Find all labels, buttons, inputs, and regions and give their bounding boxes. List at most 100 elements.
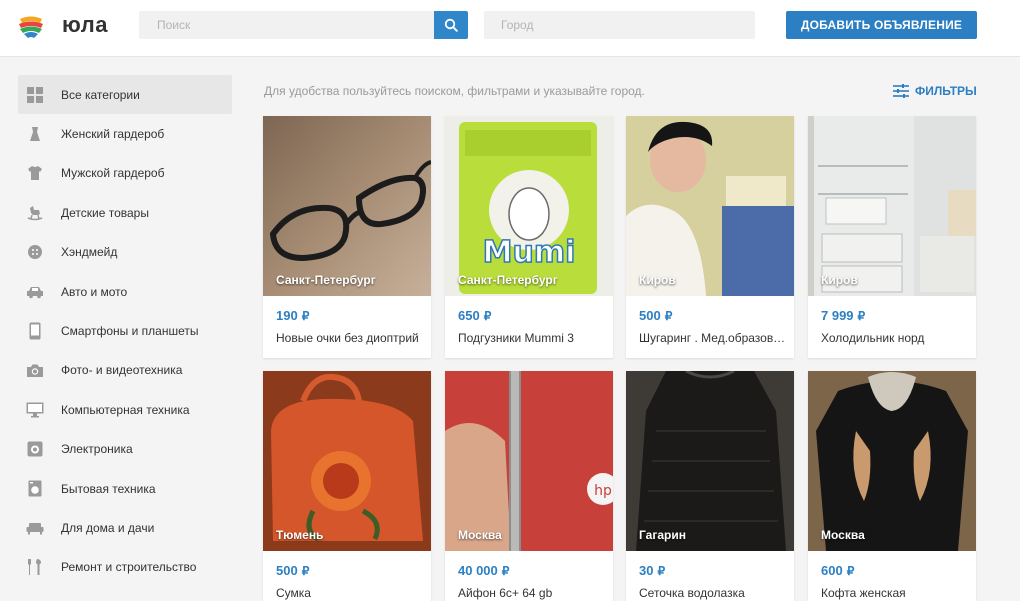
washing-machine-icon bbox=[26, 480, 44, 498]
listing-price: 600 ₽ bbox=[821, 563, 855, 578]
listing-title[interactable]: Кофта женская bbox=[821, 586, 969, 600]
listing-photo[interactable]: hp Москва bbox=[445, 371, 613, 551]
sidebar-item-label: Смартфоны и планшеты bbox=[61, 324, 199, 339]
listing-price: 190 ₽ bbox=[276, 308, 310, 323]
glasses-photo bbox=[263, 116, 431, 296]
ruble-icon: ₽ bbox=[857, 308, 866, 323]
listing-card[interactable]: Москва 600 ₽ Кофта женская bbox=[808, 371, 976, 601]
monitor-icon bbox=[26, 401, 44, 419]
brand-name[interactable]: юла bbox=[62, 12, 108, 38]
listing-card[interactable]: Mumi Санкт-Петербург 650 ₽ Подгузники Mum… bbox=[445, 116, 613, 358]
listing-card[interactable]: Киров 7 999 ₽ Холодильник норд bbox=[808, 116, 976, 358]
rocking-horse-icon bbox=[26, 204, 44, 222]
sidebar-item-home-garden[interactable]: Для дома и дачи bbox=[18, 508, 232, 547]
fridge-photo bbox=[808, 116, 976, 296]
ruble-icon: ₽ bbox=[501, 563, 510, 578]
svg-text:Mumi: Mumi bbox=[483, 235, 576, 270]
category-sidebar: Все категории Женский гардероб Мужской г… bbox=[18, 75, 232, 587]
listing-price: 650 ₽ bbox=[458, 308, 492, 323]
sofa-icon bbox=[26, 519, 44, 537]
phone-icon bbox=[26, 322, 44, 340]
sidebar-item-computers[interactable]: Компьютерная техника bbox=[18, 390, 232, 429]
listing-city: Москва bbox=[458, 528, 502, 542]
listing-city: Гагарин bbox=[639, 528, 686, 542]
sidebar-item-label: Компьютерная техника bbox=[61, 402, 190, 417]
listing-title[interactable]: Шугаринг . Мед.образование bbox=[639, 331, 787, 345]
sidebar-item-handmade[interactable]: Хэндмейд bbox=[18, 233, 232, 272]
search-hint: Для удобства пользуйтесь поиском, фильтр… bbox=[264, 84, 645, 98]
sidebar-item-label: Все категории bbox=[61, 87, 140, 102]
bag-photo bbox=[263, 371, 431, 551]
listing-photo[interactable]: Санкт-Петербург bbox=[263, 116, 431, 296]
svg-text:hp: hp bbox=[594, 483, 612, 499]
add-listing-button[interactable]: ДОБАВИТЬ ОБЪЯВЛЕНИЕ bbox=[786, 11, 977, 39]
sidebar-item-label: Бытовая техника bbox=[61, 481, 156, 496]
listing-title[interactable]: Сеточка водолазка bbox=[639, 586, 787, 600]
listing-title[interactable]: Сумка bbox=[276, 586, 424, 600]
sidebar-item-label: Хэндмейд bbox=[61, 245, 118, 260]
sidebar-item-label: Ремонт и строительство bbox=[61, 560, 197, 575]
listing-price: 40 000 ₽ bbox=[458, 563, 510, 578]
search-icon bbox=[444, 18, 458, 32]
listing-city: Киров bbox=[639, 273, 676, 287]
listing-price: 7 999 ₽ bbox=[821, 308, 866, 323]
sidebar-item-kids-goods[interactable]: Детские товары bbox=[18, 193, 232, 232]
sweater-photo bbox=[808, 371, 976, 551]
yula-logo-icon[interactable] bbox=[16, 11, 46, 41]
listing-photo[interactable]: Киров bbox=[626, 116, 794, 296]
listing-title[interactable]: Подгузники Mummi 3 bbox=[458, 331, 606, 345]
listing-photo[interactable]: Mumi Санкт-Петербург bbox=[445, 116, 613, 296]
sliders-icon bbox=[893, 84, 909, 98]
ruble-icon: ₽ bbox=[483, 308, 492, 323]
sidebar-item-label: Электроника bbox=[61, 442, 133, 457]
listing-photo[interactable]: Гагарин bbox=[626, 371, 794, 551]
listing-photo[interactable]: Киров bbox=[808, 116, 976, 296]
top-photo bbox=[626, 371, 794, 551]
ruble-icon: ₽ bbox=[301, 563, 310, 578]
sidebar-item-repair-construction[interactable]: Ремонт и строительство bbox=[18, 548, 232, 587]
sidebar-item-womens-wardrobe[interactable]: Женский гардероб bbox=[18, 114, 232, 153]
listing-city: Киров bbox=[821, 273, 858, 287]
sidebar-item-electronics[interactable]: Электроника bbox=[18, 430, 232, 469]
sidebar-item-appliances[interactable]: Бытовая техника bbox=[18, 469, 232, 508]
dress-icon bbox=[26, 125, 44, 143]
sidebar-item-auto-moto[interactable]: Авто и мото bbox=[18, 272, 232, 311]
sidebar-item-photo-video[interactable]: Фото- и видеотехника bbox=[18, 351, 232, 390]
camera-icon bbox=[26, 361, 44, 379]
listing-title[interactable]: Холодильник норд bbox=[821, 331, 969, 345]
button-icon bbox=[26, 243, 44, 261]
ruble-icon: ₽ bbox=[664, 308, 673, 323]
listing-price: 500 ₽ bbox=[276, 563, 310, 578]
listing-title[interactable]: Айфон 6с+ 64 gb bbox=[458, 586, 606, 600]
listing-title[interactable]: Новые очки без диоптрий bbox=[276, 331, 424, 345]
listing-card[interactable]: hp Москва 40 000 ₽ Айфон 6с+ 64 gb bbox=[445, 371, 613, 601]
listing-photo[interactable]: Тюмень bbox=[263, 371, 431, 551]
listing-photo[interactable]: Москва bbox=[808, 371, 976, 551]
filters-label: ФИЛЬТРЫ bbox=[915, 84, 977, 98]
sidebar-item-label: Для дома и дачи bbox=[61, 520, 155, 535]
sidebar-item-label: Мужской гардероб bbox=[61, 166, 165, 181]
sidebar-item-all-categories[interactable]: Все категории bbox=[18, 75, 232, 115]
grid-icon bbox=[26, 86, 44, 104]
filters-button[interactable]: ФИЛЬТРЫ bbox=[893, 84, 977, 98]
listing-card[interactable]: Санкт-Петербург 190 ₽ Новые очки без диоп… bbox=[263, 116, 431, 358]
city-input[interactable] bbox=[484, 11, 755, 39]
ruble-icon: ₽ bbox=[846, 563, 855, 578]
listing-card[interactable]: Гагарин 30 ₽ Сеточка водолазка bbox=[626, 371, 794, 601]
listing-city: Санкт-Петербург bbox=[458, 273, 558, 287]
diapers-photo: Mumi bbox=[445, 116, 613, 296]
car-icon bbox=[26, 283, 44, 301]
sidebar-item-mens-wardrobe[interactable]: Мужской гардероб bbox=[18, 154, 232, 193]
listing-city: Санкт-Петербург bbox=[276, 273, 376, 287]
listing-card[interactable]: Киров 500 ₽ Шугаринг . Мед.образование bbox=[626, 116, 794, 358]
ruble-icon: ₽ bbox=[301, 308, 310, 323]
sidebar-item-label: Фото- и видеотехника bbox=[61, 363, 183, 378]
speaker-icon bbox=[26, 440, 44, 458]
listing-card[interactable]: Тюмень 500 ₽ Сумка bbox=[263, 371, 431, 601]
search-input[interactable] bbox=[139, 11, 435, 39]
listing-city: Тюмень bbox=[276, 528, 324, 542]
sidebar-item-smartphones[interactable]: Смартфоны и планшеты bbox=[18, 311, 232, 350]
sidebar-item-label: Детские товары bbox=[61, 205, 149, 220]
listing-price: 30 ₽ bbox=[639, 563, 666, 578]
search-button[interactable] bbox=[434, 11, 468, 39]
